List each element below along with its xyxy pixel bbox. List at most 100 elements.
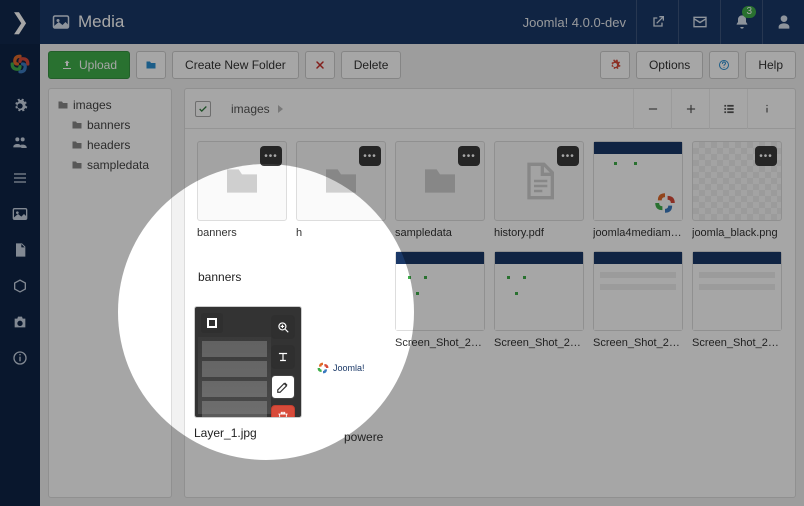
delete-label: Delete [354, 58, 389, 72]
rail-item-settings[interactable] [0, 88, 40, 124]
create-folder-label: Create New Folder [185, 58, 286, 72]
rail-item-content[interactable] [0, 232, 40, 268]
content-header: images [185, 89, 795, 129]
external-link-button[interactable] [636, 0, 678, 44]
focused-tile[interactable]: Layer_1.jpg [194, 306, 302, 440]
page-title: Media [40, 12, 136, 32]
info-button[interactable] [747, 89, 785, 129]
file-icon [519, 161, 559, 201]
help-button[interactable]: Help [745, 51, 796, 79]
tile-menu-button[interactable] [260, 146, 282, 166]
options-button[interactable]: Options [636, 51, 703, 79]
rail-item-info[interactable] [0, 340, 40, 376]
joomla-logo[interactable] [6, 50, 34, 78]
focused-image-preview [198, 337, 271, 414]
tree-child-label: sampledata [87, 158, 149, 172]
zoom-in-button[interactable] [671, 89, 709, 129]
folder-icon [222, 161, 262, 201]
tree-child[interactable]: banners [67, 115, 167, 135]
tile-label: banners [197, 227, 287, 239]
focused-thumb [194, 306, 302, 418]
tile-label: joomla4mediama... [593, 227, 683, 239]
grid-tile-folder[interactable]: banners [197, 141, 287, 239]
folder-tree: images banners headers sampledata [48, 88, 172, 498]
grid-tile-image[interactable]: joomla4mediama... [593, 141, 683, 239]
create-folder-icon-button[interactable] [136, 51, 166, 79]
tree-root-label: images [73, 98, 112, 112]
main: Upload Create New Folder Delete Options … [40, 44, 804, 506]
rail-item-users[interactable] [0, 124, 40, 160]
thumbnail-image [495, 252, 583, 330]
messages-button[interactable] [678, 0, 720, 44]
tile-label: Screen_Shot_20... [494, 337, 584, 349]
tile-label: Screen_Shot_20... [395, 337, 485, 349]
breadcrumb[interactable]: images [221, 96, 293, 122]
tree-child[interactable]: headers [67, 135, 167, 155]
rail-item-components[interactable] [0, 268, 40, 304]
tree-child-label: headers [87, 138, 130, 152]
tile-menu-button[interactable] [458, 146, 480, 166]
tile-label: Screen_Shot_20... [593, 337, 683, 349]
upload-button[interactable]: Upload [48, 51, 130, 79]
topbar: ❯ Media Joomla! 4.0.0-dev 3 [0, 0, 804, 44]
upload-label: Upload [79, 58, 117, 72]
media-icon [52, 13, 70, 31]
focused-filename: Layer_1.jpg [194, 426, 302, 440]
folder-icon [420, 161, 460, 201]
thumbnail-image [594, 142, 682, 220]
breadcrumb-label: images [231, 102, 270, 116]
tree-child-label: banners [87, 118, 130, 132]
help-label: Help [758, 58, 783, 72]
tile-label: h [296, 227, 386, 239]
grid-tile-image[interactable]: Screen_Shot_20... [395, 251, 485, 349]
action-toolbar: Upload Create New Folder Delete Options … [40, 44, 804, 80]
spotlight-folder-label: banners [198, 270, 241, 284]
thumbnail-image [396, 252, 484, 330]
options-icon-button[interactable] [600, 51, 630, 79]
help-icon-button[interactable] [709, 51, 739, 79]
tile-label: Screen_Shot_20... [692, 337, 782, 349]
spotlight-powered-label: powere [344, 430, 383, 444]
version-text: Joomla! 4.0.0-dev [523, 15, 636, 30]
left-rail [0, 44, 40, 506]
edit-button[interactable] [271, 375, 295, 399]
rail-item-media[interactable] [0, 196, 40, 232]
delete-button[interactable]: Delete [341, 51, 402, 79]
tile-menu-button[interactable] [557, 146, 579, 166]
thumbnail-image [594, 252, 682, 330]
tile-label: sampledata [395, 227, 485, 239]
preview-button[interactable] [271, 315, 295, 339]
notification-badge: 3 [742, 6, 756, 18]
create-folder-button[interactable]: Create New Folder [172, 51, 299, 79]
user-menu-button[interactable] [762, 0, 804, 44]
list-view-button[interactable] [709, 89, 747, 129]
grid-tile-image[interactable]: Screen_Shot_20... [692, 251, 782, 349]
page-title-text: Media [78, 12, 124, 32]
delete-file-button[interactable] [271, 405, 295, 418]
notifications-button[interactable]: 3 [720, 0, 762, 44]
tile-label: history.pdf [494, 227, 584, 239]
grid-tile-image[interactable]: joomla_black.png [692, 141, 782, 239]
grid-tile-file[interactable]: history.pdf [494, 141, 584, 239]
folder-icon [321, 161, 361, 201]
options-label: Options [649, 58, 690, 72]
select-all-checkbox[interactable] [195, 101, 211, 117]
tile-menu-button[interactable] [755, 146, 777, 166]
tree-root[interactable]: images [53, 95, 167, 115]
joomla-mini-thumb: Joomla! [316, 354, 384, 382]
sidebar-toggle[interactable]: ❯ [0, 0, 40, 44]
delete-icon-button[interactable] [305, 51, 335, 79]
rename-button[interactable] [271, 345, 295, 369]
grid-tile-folder[interactable]: h [296, 141, 386, 239]
tile-menu-button[interactable] [359, 146, 381, 166]
zoom-out-button[interactable] [633, 89, 671, 129]
rail-item-menus[interactable] [0, 160, 40, 196]
grid-tile-image[interactable]: Screen_Shot_20... [593, 251, 683, 349]
rail-item-extensions[interactable] [0, 304, 40, 340]
tree-child[interactable]: sampledata [67, 155, 167, 175]
select-checkbox[interactable] [201, 313, 223, 333]
tile-label: joomla_black.png [692, 227, 782, 239]
thumbnail-image [693, 252, 781, 330]
grid-tile-folder[interactable]: sampledata [395, 141, 485, 239]
grid-tile-image[interactable]: Screen_Shot_20... [494, 251, 584, 349]
